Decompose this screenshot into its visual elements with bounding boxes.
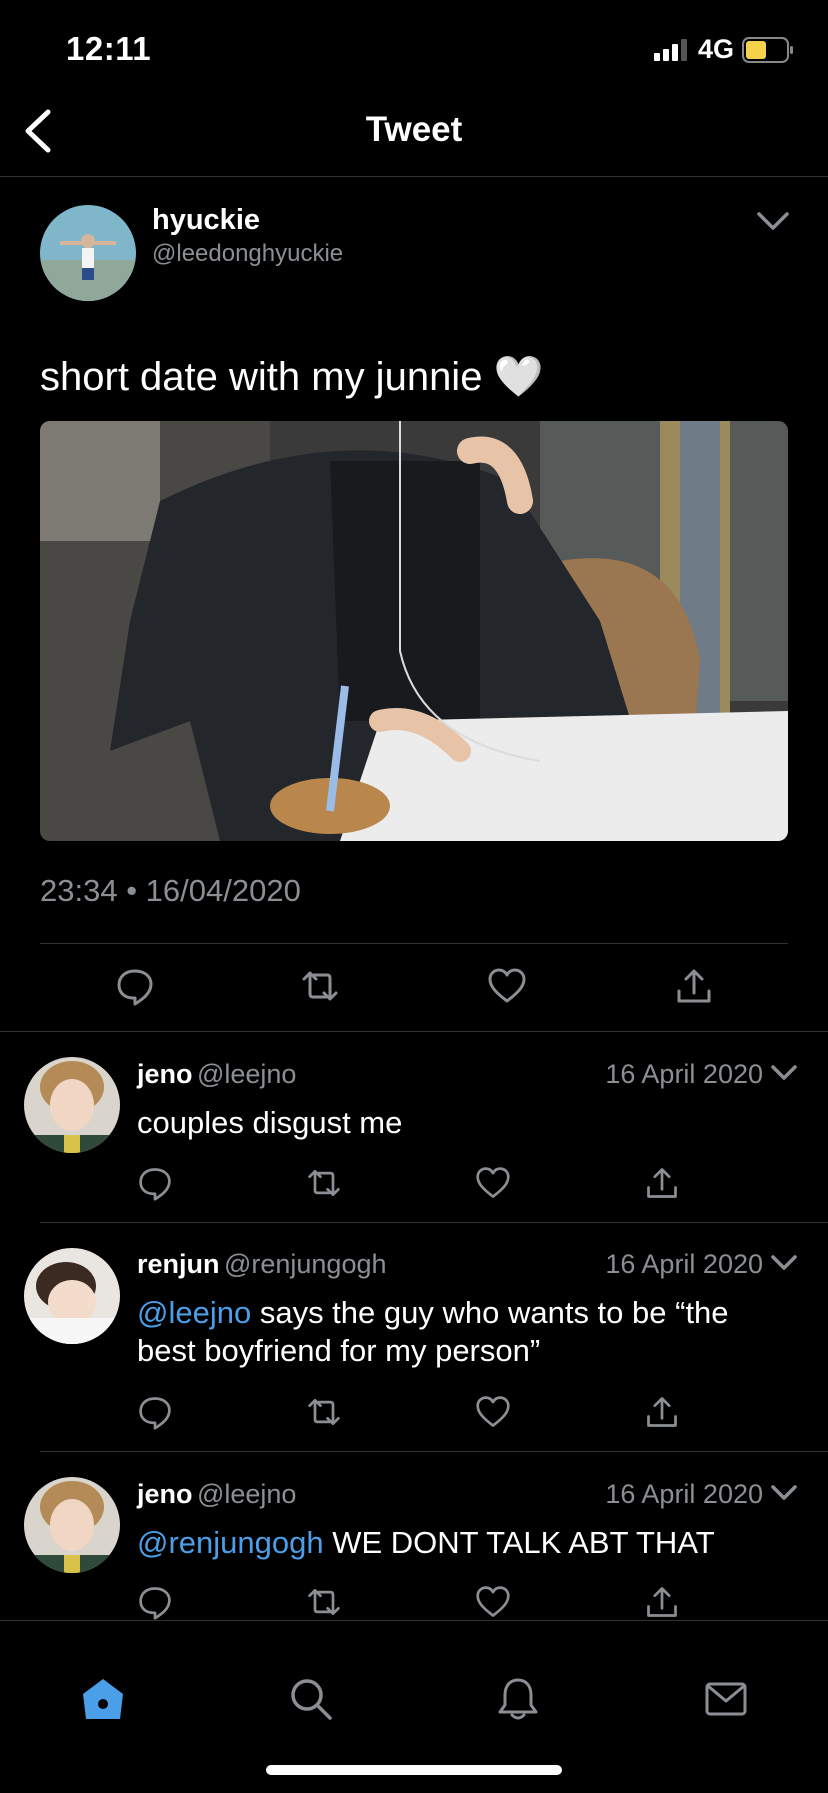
reply-avatar[interactable] <box>24 1057 120 1153</box>
reply-body: WE DONT TALK ABT THAT <box>323 1525 715 1560</box>
like-button[interactable] <box>487 966 527 1006</box>
reply-author[interactable]: jeno @leejno <box>137 1059 296 1090</box>
battery-icon <box>742 36 793 63</box>
reply-reply-button[interactable] <box>137 1394 177 1434</box>
retweet-icon <box>308 1588 340 1616</box>
share-button[interactable] <box>674 966 714 1006</box>
reply-mention[interactable]: @renjungogh <box>137 1525 324 1560</box>
status-time: 12:11 <box>66 30 152 67</box>
reply-text: @leejno says the guy who wants to be “th… <box>137 1294 787 1370</box>
status-indicators: 4G <box>653 34 794 65</box>
share-icon <box>647 1587 677 1617</box>
page-title: Tweet <box>365 110 463 149</box>
reply-retweet-button[interactable] <box>306 1394 346 1434</box>
heart-icon <box>476 1396 510 1427</box>
reply-share-button[interactable] <box>644 1584 684 1624</box>
reply-icon <box>139 1397 171 1430</box>
reply-name: renjun <box>137 1249 220 1279</box>
tab-messages[interactable] <box>703 1676 749 1722</box>
chevron-down-icon <box>771 1485 797 1500</box>
tweet-photo[interactable] <box>40 421 788 841</box>
mail-icon <box>705 1682 747 1716</box>
reply-reply-button[interactable] <box>137 1584 177 1624</box>
reply-icon <box>117 969 153 1006</box>
reply-button[interactable] <box>115 966 155 1006</box>
share-icon <box>647 1168 677 1198</box>
tweet-text: short date with my junnie 🤍 <box>40 355 544 399</box>
reply-handle: @leejno <box>196 1479 297 1509</box>
reply-options-button[interactable] <box>770 1254 798 1272</box>
retweet-icon <box>308 1398 340 1426</box>
heart-icon <box>476 1167 510 1198</box>
reply-handle: @leejno <box>196 1059 297 1089</box>
reply-like-button[interactable] <box>475 1584 515 1624</box>
reply-like-button[interactable] <box>475 1394 515 1434</box>
reply-share-button[interactable] <box>644 1394 684 1434</box>
timestamp-divider <box>40 943 788 944</box>
chevron-down-icon <box>757 212 789 230</box>
reply-body: couples disgust me <box>137 1105 403 1140</box>
reply-name: jeno <box>137 1479 193 1509</box>
home-indicator[interactable] <box>266 1765 562 1775</box>
reply-text: couples disgust me <box>137 1104 787 1142</box>
retweet-button[interactable] <box>300 966 340 1006</box>
reply-options-button[interactable] <box>770 1484 798 1502</box>
reply-icon <box>139 1587 171 1620</box>
heart-icon <box>488 968 526 1003</box>
tweet-timestamp: 23:34 • 16/04/2020 <box>40 873 301 908</box>
reply-reply-button[interactable] <box>137 1165 177 1205</box>
author-avatar[interactable] <box>40 205 136 301</box>
reply-date: 16 April 2020 <box>605 1479 763 1509</box>
header-divider <box>0 176 828 177</box>
reply-avatar[interactable] <box>24 1248 120 1344</box>
share-icon <box>677 969 711 1003</box>
reply-retweet-button[interactable] <box>306 1584 346 1624</box>
reply-date: 16 April 2020 <box>605 1249 763 1279</box>
reply-like-button[interactable] <box>475 1165 515 1205</box>
search-icon <box>291 1679 332 1720</box>
retweet-icon <box>302 971 338 1001</box>
reply-text: @renjungogh WE DONT TALK ABT THAT <box>137 1524 787 1562</box>
network-type: 4G <box>697 34 734 64</box>
chevron-down-icon <box>771 1065 797 1080</box>
retweet-icon <box>308 1169 340 1197</box>
tab-home[interactable] <box>80 1676 126 1722</box>
tweet-options-button[interactable] <box>756 210 790 232</box>
reply-retweet-button[interactable] <box>306 1165 346 1205</box>
tab-notifications[interactable] <box>495 1676 541 1722</box>
heart-icon <box>476 1586 510 1617</box>
author-handle[interactable]: @leedonghyuckie <box>152 240 343 268</box>
reply-options-button[interactable] <box>770 1064 798 1082</box>
reply-handle: @renjungogh <box>223 1249 387 1279</box>
reply-author[interactable]: renjun @renjungogh <box>137 1249 387 1280</box>
reply-mention[interactable]: @leejno <box>137 1295 251 1330</box>
reply-author[interactable]: jeno @leejno <box>137 1479 296 1510</box>
reply-divider <box>40 1451 828 1452</box>
home-icon <box>83 1679 123 1719</box>
reply-avatar[interactable] <box>24 1477 120 1573</box>
reply-share-button[interactable] <box>644 1165 684 1205</box>
share-icon <box>647 1397 677 1427</box>
actions-divider <box>0 1031 828 1032</box>
reply-divider <box>40 1222 828 1223</box>
reply-date: 16 April 2020 <box>605 1059 763 1089</box>
tab-search[interactable] <box>288 1676 334 1722</box>
reply-name: jeno <box>137 1059 193 1089</box>
signal-icon <box>653 38 687 61</box>
chevron-down-icon <box>771 1255 797 1270</box>
bell-icon <box>498 1678 538 1720</box>
author-name[interactable]: hyuckie <box>152 204 260 237</box>
reply-icon <box>139 1168 171 1201</box>
